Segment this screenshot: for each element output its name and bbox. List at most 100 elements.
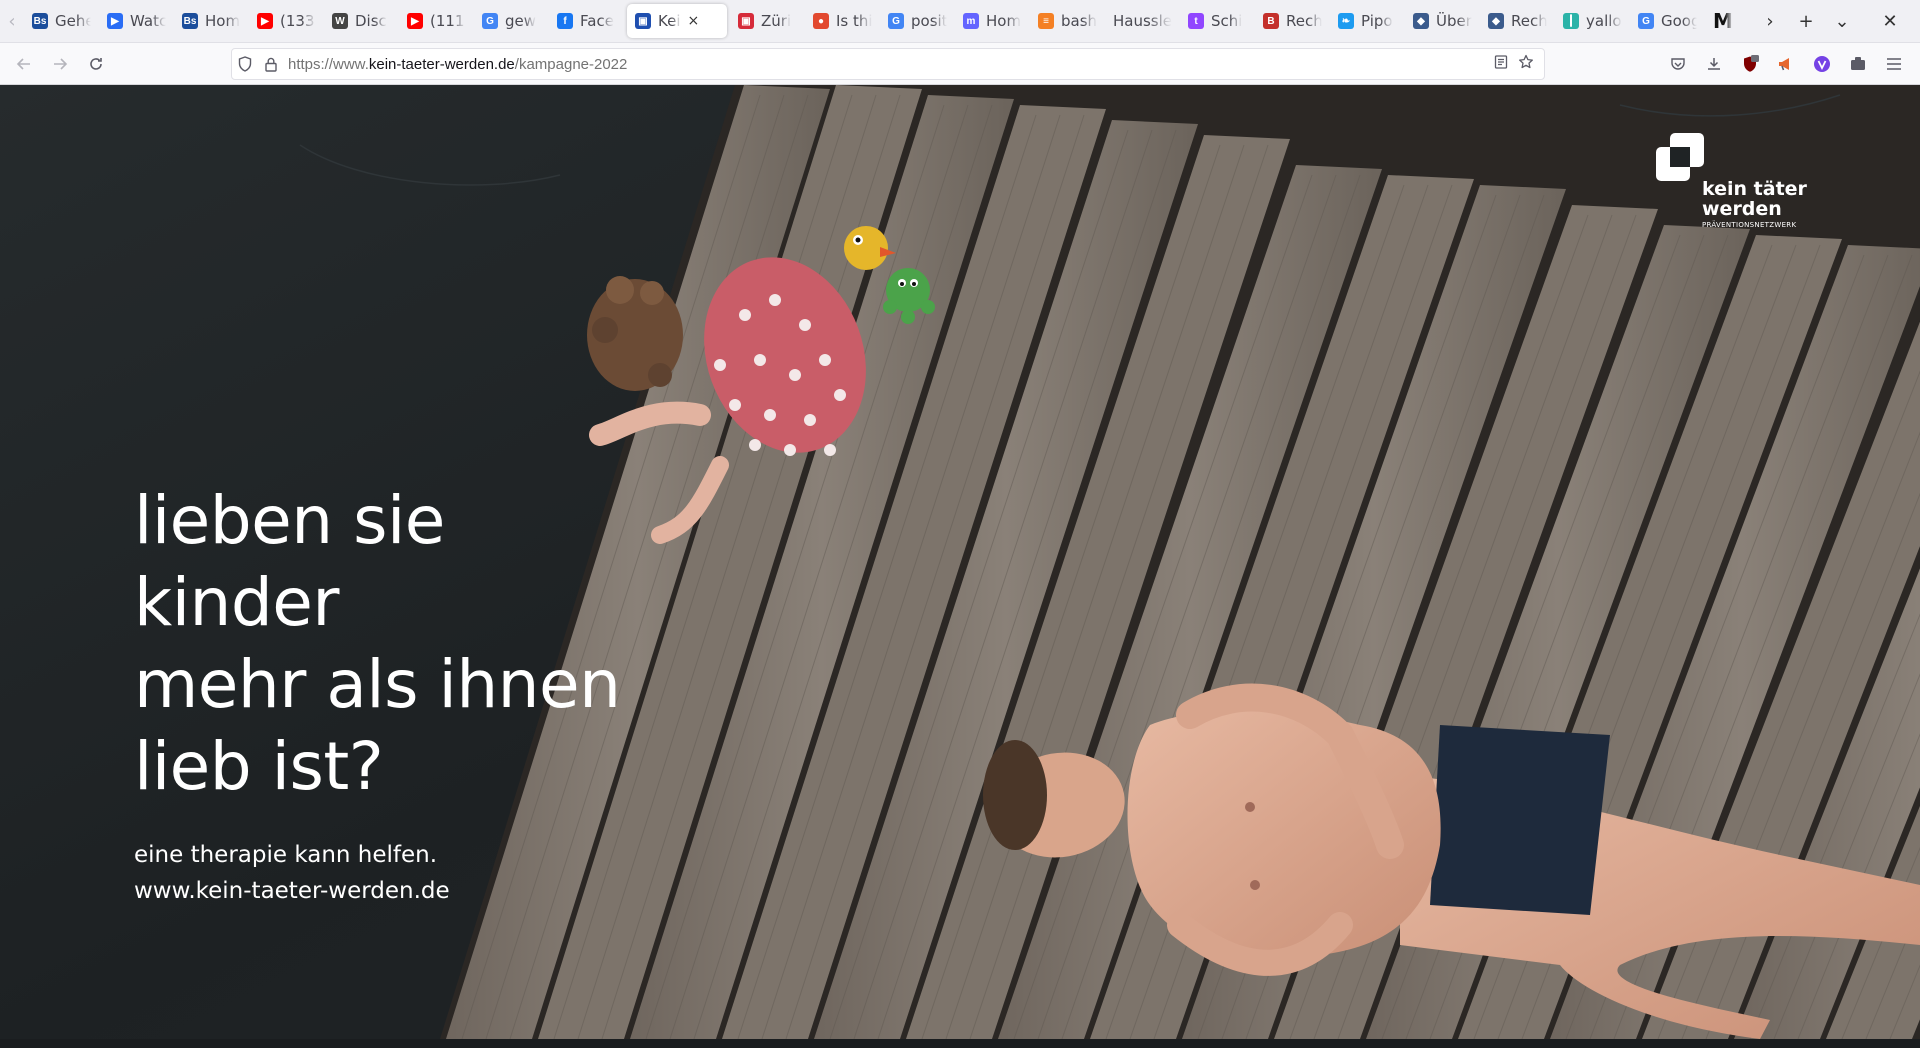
tab-title: Hom (205, 12, 241, 30)
tab-favicon-icon: ▣ (738, 13, 754, 29)
tab-favicon-icon: Bs (182, 13, 198, 29)
tab-favicon-icon: G (482, 13, 498, 29)
browser-tab[interactable]: B Rech (1255, 4, 1330, 38)
therapy-text: eine therapie kann helfen. (134, 842, 438, 868)
url-prefix: https://www. (288, 55, 369, 73)
logo-line-1: kein täter (1702, 178, 1807, 200)
headline-line-4: lieb ist? (134, 728, 384, 805)
tab-favicon-icon: ≡ (1038, 13, 1054, 29)
url-path: /kampagne-2022 (514, 55, 628, 73)
browser-tab[interactable]: W Disc (324, 4, 399, 38)
tab-favicon-icon: ● (813, 13, 829, 29)
campaign-subline: eine therapie kann helfen. www.kein-taet… (134, 837, 450, 909)
browser-tab[interactable]: G Goog (1630, 4, 1705, 38)
tab-title: Haussle (1113, 12, 1172, 30)
browser-tab[interactable]: m Hom (955, 4, 1030, 38)
tab-favicon-icon: ◆ (1413, 13, 1429, 29)
browser-tab[interactable]: Bs Gehe (24, 4, 99, 38)
tab-title: Züri (761, 12, 792, 30)
tab-strip: BsGehe▶WatcBsHom▶(133)WDisc▶(111)GgewfFa… (24, 0, 1752, 43)
browser-tab[interactable]: f Face (549, 4, 624, 38)
tab-favicon-icon: ▶ (107, 13, 123, 29)
list-all-tabs-chevron-icon[interactable]: ⌄ (1824, 0, 1860, 43)
ublock-shield-icon[interactable] (1732, 48, 1768, 80)
campaign-website-link[interactable]: www.kein-taeter-werden.de (134, 873, 450, 909)
tab-title: Rech (1286, 12, 1322, 30)
forward-arrow-icon[interactable] (42, 48, 78, 80)
tab-title: posit (911, 12, 947, 30)
app-menu-hamburger-icon[interactable] (1876, 48, 1912, 80)
logo-square-mark-icon (1656, 133, 1704, 181)
browser-tab[interactable]: ┃ yallo (1555, 4, 1630, 38)
purple-shield-extension-icon[interactable] (1804, 48, 1840, 80)
campaign-headline: lieben sie kinder mehr als ihnen lieb is… (134, 480, 621, 808)
tab-title: yallo (1586, 12, 1622, 30)
reader-view-icon[interactable] (1494, 55, 1508, 73)
headline-line-2: kinder (134, 564, 340, 641)
tabbar-controls: › + ⌄ ✕ (1752, 0, 1920, 43)
tab-favicon-icon: ❧ (1338, 13, 1354, 29)
url-bar[interactable]: https://www.kein-taeter-werden.de/kampag… (231, 48, 1545, 80)
tab-title: Disc (355, 12, 387, 30)
browser-tab[interactable]: ◆ Rech (1480, 4, 1555, 38)
browser-tab[interactable]: M (1705, 4, 1745, 38)
browser-tab[interactable]: ≡ bash (1030, 4, 1105, 38)
tab-favicon-icon: ▶ (407, 13, 423, 29)
pocket-icon[interactable] (1660, 48, 1696, 80)
tabs-scroll-right-icon[interactable]: › (1752, 0, 1788, 43)
browser-tab[interactable]: Haussle (1105, 4, 1180, 38)
tab-title: Hom (986, 12, 1022, 30)
browser-tab[interactable]: ◆ Über (1405, 4, 1480, 38)
close-tab-icon[interactable]: × (688, 13, 700, 29)
padlock-icon[interactable] (258, 57, 284, 72)
tab-title: bash (1061, 12, 1097, 30)
bookmark-star-icon[interactable] (1518, 54, 1534, 74)
tab-title: Kei (658, 12, 681, 30)
logo-text: kein täter werden (1702, 179, 1807, 219)
tab-favicon-icon: ▣ (635, 13, 651, 29)
tab-title: Pipo (1361, 12, 1393, 30)
back-arrow-icon[interactable] (6, 48, 42, 80)
browser-tab[interactable]: Gposit (880, 4, 955, 38)
campaign-hero: lieben sie kinder mehr als ihnen lieb is… (0, 85, 1920, 1039)
tab-title: Über (1436, 12, 1472, 30)
tab-favicon-icon: ◆ (1488, 13, 1504, 29)
window-close-icon[interactable]: ✕ (1860, 0, 1920, 43)
tab-title: Rech (1511, 12, 1547, 30)
tab-favicon-icon: m (963, 13, 979, 29)
browser-tab[interactable]: ▶ Watc (99, 4, 174, 38)
tracking-shield-icon[interactable] (232, 56, 258, 72)
browser-tab[interactable]: ❧ Pipo (1330, 4, 1405, 38)
tab-title: Goog (1661, 12, 1697, 30)
logo-tagline: PRÄVENTIONSNETZWERK (1702, 221, 1797, 229)
browser-tab[interactable]: Bs Hom (174, 4, 249, 38)
reload-icon[interactable] (78, 48, 114, 80)
headline-line-3: mehr als ihnen (134, 646, 621, 723)
browser-tab[interactable]: ▣ Kei × (627, 4, 727, 38)
browser-tab[interactable]: Ggew (474, 4, 549, 38)
logo-line-2: werden (1702, 198, 1782, 220)
tab-favicon-icon: t (1188, 13, 1204, 29)
extension-puzzle-icon[interactable] (1840, 48, 1876, 80)
tab-favicon-icon: W (332, 13, 348, 29)
tab-favicon-icon: ▶ (257, 13, 273, 29)
navigation-toolbar: https://www.kein-taeter-werden.de/kampag… (0, 43, 1920, 85)
tabs-scroll-left-icon[interactable]: ‹ (0, 0, 24, 43)
url-text[interactable]: https://www.kein-taeter-werden.de/kampag… (288, 56, 627, 73)
tab-title: Is thi (836, 12, 872, 30)
tab-title: (133) (280, 12, 316, 30)
browser-tab[interactable]: ▶ (133) (249, 4, 324, 38)
url-host: kein-taeter-werden.de (368, 55, 515, 73)
tab-title: M (1713, 9, 1733, 33)
tab-favicon-icon: G (1638, 13, 1654, 29)
headline-line-1: lieben sie (134, 482, 445, 559)
tab-favicon-icon: f (557, 13, 573, 29)
browser-tab[interactable]: t Schi (1180, 4, 1255, 38)
browser-tab[interactable]: ▶ (111) (399, 4, 474, 38)
download-icon[interactable] (1696, 48, 1732, 80)
browser-tab[interactable]: ● Is thi (805, 4, 880, 38)
megaphone-extension-icon[interactable] (1768, 48, 1804, 80)
new-tab-plus-icon[interactable]: + (1788, 0, 1824, 43)
tab-title: gew (505, 12, 537, 30)
browser-tab[interactable]: ▣ Züri (730, 4, 805, 38)
